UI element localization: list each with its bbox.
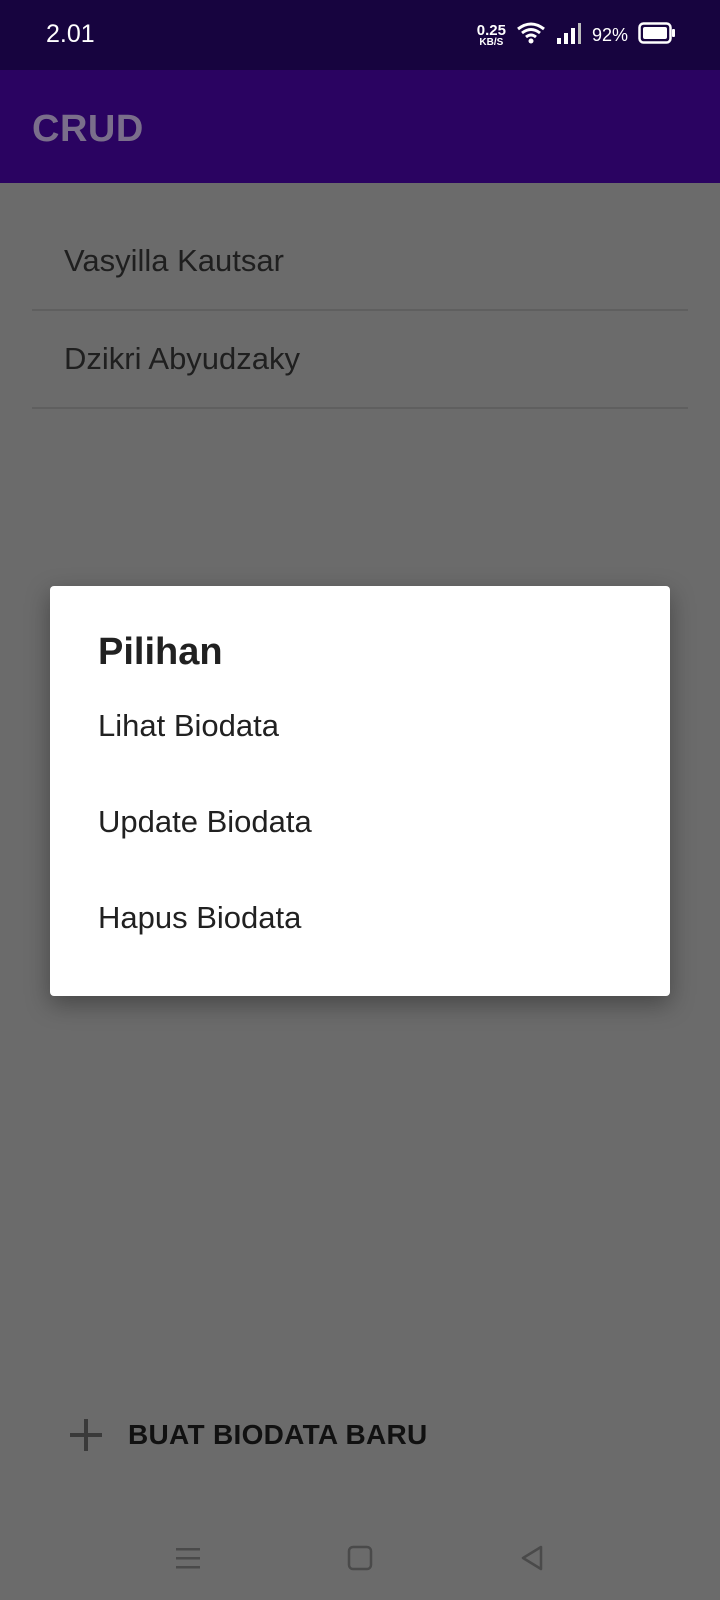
- dialog-title: Pilihan: [98, 631, 223, 673]
- view-biodata-option[interactable]: Lihat Biodata: [98, 708, 279, 744]
- system-nav-bar: [0, 1510, 720, 1600]
- update-biodata-option[interactable]: Update Biodata: [98, 804, 312, 840]
- create-biodata-label: BUAT BIODATA BARU: [128, 1419, 428, 1450]
- options-dialog: Pilihan Lihat Biodata Update Biodata Hap…: [50, 586, 670, 996]
- delete-biodata-option[interactable]: Hapus Biodata: [98, 900, 301, 936]
- back-icon[interactable]: [512, 1538, 552, 1578]
- menu-icon[interactable]: [168, 1538, 208, 1578]
- create-biodata-button[interactable]: BUAT BIODATA BARU: [70, 1410, 428, 1460]
- plus-icon: [70, 1419, 102, 1451]
- home-icon[interactable]: [340, 1538, 380, 1578]
